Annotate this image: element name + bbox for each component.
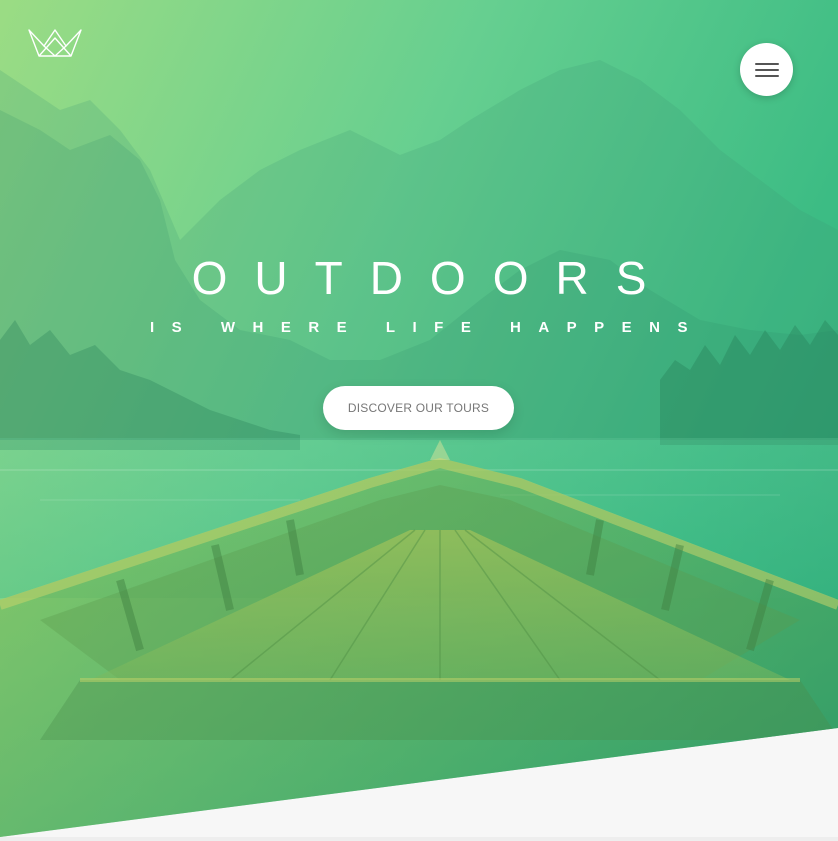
- crown-icon[interactable]: [28, 28, 82, 58]
- hero-subtitle: IS WHERE LIFE HAPPENS: [149, 319, 706, 336]
- hero-title: OUTDOORS: [191, 252, 674, 304]
- hamburger-menu-icon: [754, 62, 779, 77]
- hero-section: OUTDOORS IS WHERE LIFE HAPPENS DISCOVER …: [0, 0, 838, 837]
- discover-tours-button[interactable]: DISCOVER OUR TOURS: [323, 386, 514, 430]
- menu-button[interactable]: [740, 43, 793, 96]
- section-divider: [0, 837, 838, 841]
